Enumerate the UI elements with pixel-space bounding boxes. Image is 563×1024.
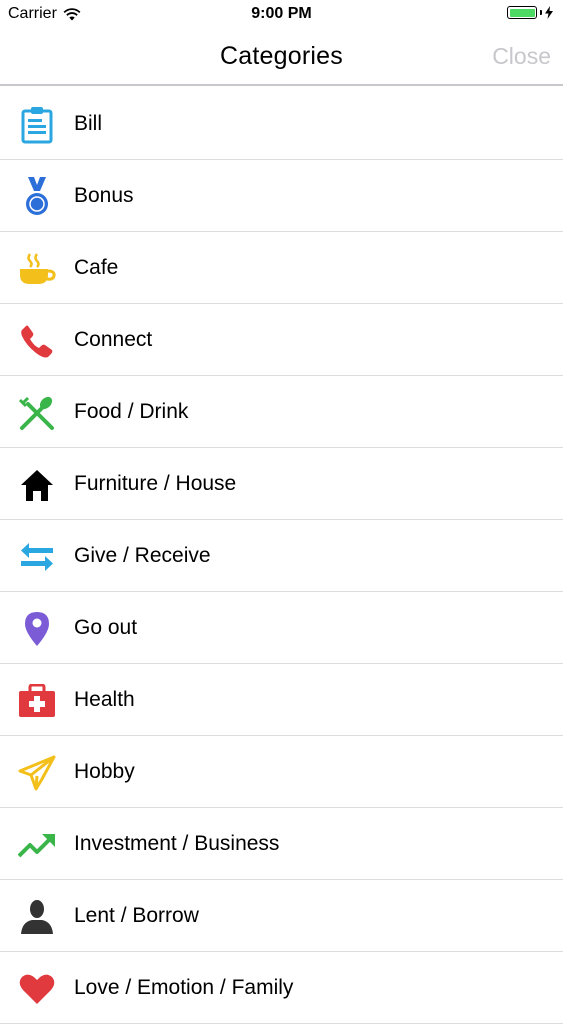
category-row-investment-business[interactable]: Investment / Business	[0, 808, 563, 880]
status-bar: Carrier 9:00 PM	[0, 0, 563, 28]
category-label: Connect	[74, 328, 153, 351]
category-row-health[interactable]: Health	[0, 664, 563, 736]
category-row-give-receive[interactable]: Give / Receive	[0, 520, 563, 592]
close-button[interactable]: Close	[492, 43, 551, 70]
category-row-go-out[interactable]: Go out	[0, 592, 563, 664]
battery-icon	[507, 6, 537, 19]
category-row-bonus[interactable]: Bonus	[0, 160, 563, 232]
person-icon	[18, 898, 56, 936]
category-row-food-drink[interactable]: Food / Drink	[0, 376, 563, 448]
category-label: Give / Receive	[74, 544, 211, 567]
category-row-furniture-house[interactable]: Furniture / House	[0, 448, 563, 520]
paper-plane-icon	[18, 754, 56, 792]
coffee-cup-icon	[18, 250, 56, 288]
category-label: Health	[74, 688, 135, 711]
category-row-lent-borrow[interactable]: Lent / Borrow	[0, 880, 563, 952]
status-time: 9:00 PM	[251, 5, 312, 22]
battery-group	[507, 6, 553, 19]
trending-up-icon	[18, 826, 56, 864]
category-row-bill[interactable]: Bill	[0, 88, 563, 160]
category-label: Hobby	[74, 760, 135, 783]
location-pin-icon	[18, 610, 56, 648]
category-row-connect[interactable]: Connect	[0, 304, 563, 376]
category-label: Bonus	[74, 184, 134, 207]
charging-bolt-icon	[545, 6, 553, 19]
category-label: Love / Emotion / Family	[74, 976, 294, 999]
category-label: Bill	[74, 112, 103, 135]
first-aid-kit-icon	[18, 682, 56, 720]
house-icon	[18, 466, 56, 504]
exchange-arrows-icon	[18, 538, 56, 576]
category-label: Cafe	[74, 256, 119, 279]
phone-icon	[18, 322, 56, 360]
category-label: Go out	[74, 616, 138, 639]
category-row-cafe[interactable]: Cafe	[0, 232, 563, 304]
category-label: Lent / Borrow	[74, 904, 199, 927]
heart-icon	[18, 970, 56, 1008]
category-label: Food / Drink	[74, 400, 189, 423]
battery-tip	[540, 10, 542, 15]
navigation-bar: Categories Close	[0, 28, 563, 86]
category-row-love-emotion-family[interactable]: Love / Emotion / Family	[0, 952, 563, 1024]
category-row-hobby[interactable]: Hobby	[0, 736, 563, 808]
medal-icon	[18, 177, 56, 216]
fork-spoon-icon	[18, 394, 56, 432]
clipboard-icon	[18, 106, 56, 144]
category-label: Furniture / House	[74, 472, 237, 495]
category-list: Bill Bonus Cafe Connect Food / Drink Fur…	[0, 88, 563, 1024]
category-label: Investment / Business	[74, 832, 280, 855]
page-title: Categories	[220, 42, 343, 70]
